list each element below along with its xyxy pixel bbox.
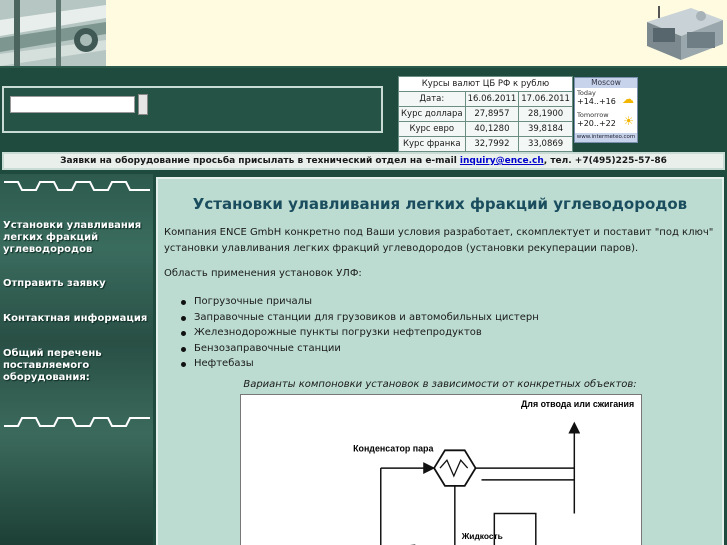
weather-today: Today +14..+16 ☁ [575, 88, 637, 110]
sun-icon: ☀ [623, 114, 634, 128]
diagram-label-liquid: Жидкость [461, 531, 503, 541]
email-link[interactable]: inquiry@ence.ch [460, 156, 544, 166]
sidebar-item-equipment-list[interactable]: Общий перечень поставляемого оборудовани… [3, 348, 151, 384]
divider [4, 181, 150, 191]
currency-value: 33,0869 [518, 136, 573, 152]
search-button[interactable] [138, 94, 148, 115]
scope-heading: Область применения установок УЛФ: [164, 268, 362, 279]
weather-tomorrow: Tomorrow +20..+22 ☀ [575, 110, 637, 132]
scope-list: Погрузочные причалы Заправочные станции … [181, 294, 539, 372]
table-row: Курс франка 32,7992 33,0869 [398, 136, 573, 152]
currency-value: 32,7992 [464, 136, 520, 152]
header-banner [0, 0, 727, 68]
currency-date: 16.06.2011 [464, 91, 520, 107]
currency-date-label: Дата: [398, 91, 466, 107]
main-content: Установки улавливания легких фракций угл… [156, 177, 724, 545]
weather-source-link[interactable]: www.intermeteo.com [575, 133, 637, 142]
list-item: Бензозаправочные станции [181, 341, 539, 357]
diagram-caption: Варианты компоновки установок в зависимо… [243, 379, 637, 390]
weather-city: Moscow [575, 78, 637, 88]
notice-text: Заявки на оборудование просьба присылать… [60, 156, 460, 166]
currency-value: 40,1280 [464, 121, 520, 137]
sidebar: Установки улавливания легких фракций угл… [0, 174, 153, 545]
recovery-unit-photo [639, 2, 727, 64]
currency-value: 39,8184 [518, 121, 573, 137]
list-item: Нефтебазы [181, 356, 539, 372]
list-item: Железнодорожные пункты погрузки нефтепро… [181, 325, 539, 341]
currency-value: 27,8957 [464, 106, 520, 122]
process-diagram: Для отвода или сжигания Конденсатор пара… [240, 394, 642, 545]
currency-label: Курс доллара [398, 106, 466, 122]
table-row: Курс евро 40,1280 39,8184 [398, 121, 573, 137]
industrial-pipes-photo [0, 0, 106, 66]
list-item: Погрузочные причалы [181, 294, 539, 310]
currency-date: 17.06.2011 [518, 91, 573, 107]
contact-notice: Заявки на оборудование просьба присылать… [2, 152, 725, 170]
search-panel [2, 86, 383, 133]
table-row: Курс доллара 27,8957 28,1900 [398, 106, 573, 122]
sidebar-item-vapor-recovery[interactable]: Установки улавливания легких фракций угл… [3, 220, 151, 256]
weather-widget[interactable]: Moscow Today +14..+16 ☁ Tomorrow +20..+2… [574, 77, 638, 143]
page-title: Установки улавливания легких фракций угл… [192, 195, 688, 213]
currency-rates-table: Курсы валют ЦБ РФ к рублю Дата: 16.06.20… [398, 76, 573, 152]
currency-label: Курс франка [398, 136, 466, 152]
diagram-label-exhaust: Для отвода или сжигания [521, 399, 634, 409]
diagram-label-condenser: Конденсатор пара [353, 443, 433, 453]
currency-table-caption: Курсы валют ЦБ РФ к рублю [398, 76, 573, 92]
partly-cloudy-icon: ☁ [622, 92, 634, 106]
currency-label: Курс евро [398, 121, 466, 137]
notice-phone: , тел. +7(495)225-57-86 [543, 156, 667, 166]
top-toolbar: Курсы валют ЦБ РФ к рублю Дата: 16.06.20… [0, 70, 727, 152]
search-input[interactable] [10, 96, 135, 113]
divider [4, 417, 150, 427]
currency-value: 28,1900 [518, 106, 573, 122]
list-item: Заправочные станции для грузовиков и авт… [181, 310, 539, 326]
intro-paragraph: Компания ENCE GmbH конкретно под Ваши ус… [164, 227, 714, 254]
sidebar-item-send-request[interactable]: Отправить заявку [3, 278, 151, 290]
sidebar-item-contacts[interactable]: Контактная информация [3, 313, 151, 325]
